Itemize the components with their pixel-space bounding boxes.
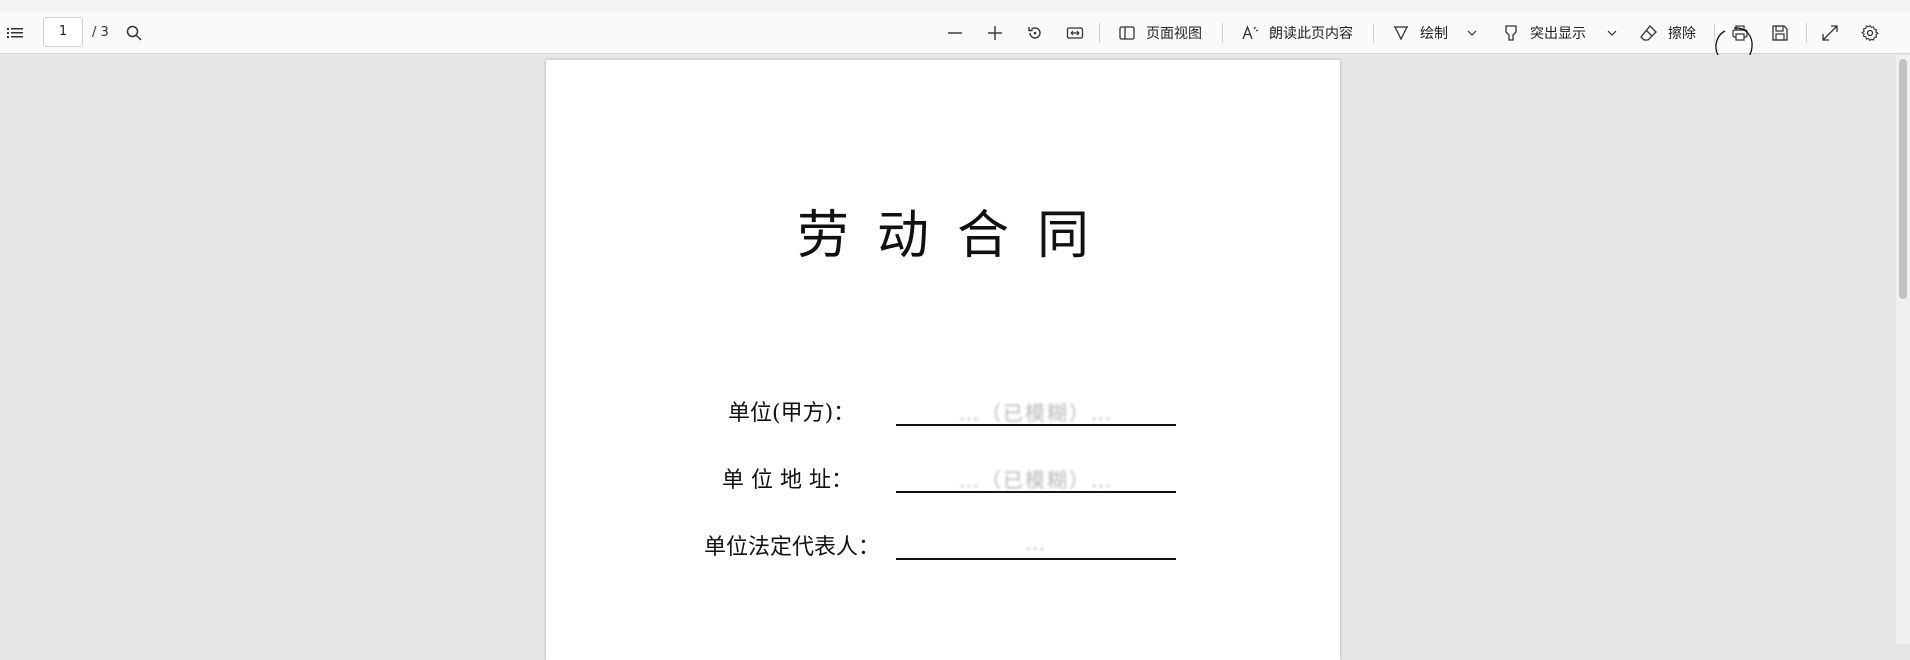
toolbar-separator	[1222, 23, 1223, 43]
expand-icon	[1821, 24, 1839, 42]
erase-button[interactable]: 擦除	[1640, 20, 1696, 46]
field-label: 单位法定代表人：	[704, 535, 881, 560]
highlight-label: 突出显示	[1530, 26, 1586, 42]
fit-width-icon	[1066, 24, 1084, 42]
page-view-label: 页面视图	[1146, 26, 1202, 42]
vertical-scrollbar[interactable]	[1896, 55, 1910, 644]
document-title: 劳动合同	[796, 206, 1117, 266]
eraser-icon	[1640, 24, 1658, 42]
page-total: / 3	[92, 25, 109, 40]
highlight-button[interactable]: 突出显示	[1502, 20, 1586, 46]
toolbar-separator	[1806, 23, 1807, 43]
document-page: 劳动合同 单位(甲方)： …（已模糊）… 单 位 地 址： …（已模糊）… 单位…	[546, 60, 1340, 660]
highlight-options-dropdown[interactable]	[1606, 20, 1618, 46]
highlight-icon	[1502, 24, 1520, 42]
plus-icon	[986, 24, 1004, 42]
scrollbar-thumb[interactable]	[1899, 59, 1907, 299]
chevron-down-icon	[1466, 27, 1478, 39]
page-view-icon	[1118, 24, 1136, 42]
zoom-out-button[interactable]	[946, 20, 964, 46]
underline	[896, 424, 1176, 426]
field-value: …（已模糊）…	[959, 401, 1113, 425]
field-value: …（已模糊）…	[959, 468, 1113, 492]
gear-icon	[1861, 24, 1879, 42]
page-view-button[interactable]: 页面视图	[1118, 20, 1202, 46]
field-row-employer: 单位(甲方)： …（已模糊）…	[546, 395, 1340, 435]
underline	[896, 558, 1176, 560]
fullscreen-button[interactable]	[1821, 20, 1839, 46]
search-button[interactable]	[125, 20, 143, 46]
save-button[interactable]	[1771, 20, 1789, 46]
field-label: 单位(甲方)：	[728, 401, 856, 426]
fit-width-button[interactable]	[1066, 20, 1084, 46]
field-row-legal-rep: 单位法定代表人： …	[546, 529, 1340, 569]
toolbar-separator	[1373, 23, 1374, 43]
field-label: 单 位 地 址：	[722, 468, 853, 493]
pdf-toolbar: 1 / 3 页面视图 朗读此页内容 绘制 突出显示 擦除	[0, 12, 1910, 65]
rotate-icon	[1026, 24, 1044, 42]
field-value: …	[1025, 531, 1047, 555]
zoom-in-button[interactable]	[986, 20, 1004, 46]
draw-icon	[1392, 24, 1410, 42]
draw-options-dropdown[interactable]	[1466, 20, 1478, 46]
minus-icon	[946, 24, 964, 42]
read-aloud-icon	[1241, 24, 1259, 42]
field-row-address: 单 位 地 址： …（已模糊）…	[546, 462, 1340, 502]
draw-button[interactable]: 绘制	[1392, 20, 1448, 46]
list-icon	[6, 24, 24, 42]
search-icon	[125, 24, 143, 42]
rotate-button[interactable]	[1026, 20, 1044, 46]
underline	[896, 491, 1176, 493]
read-aloud-button[interactable]: 朗读此页内容	[1241, 20, 1353, 46]
settings-button[interactable]	[1861, 20, 1879, 46]
erase-label: 擦除	[1668, 26, 1696, 42]
read-aloud-label: 朗读此页内容	[1269, 26, 1353, 42]
save-icon	[1771, 24, 1789, 42]
page-number-input[interactable]: 1	[43, 17, 83, 47]
contents-button[interactable]	[6, 20, 24, 46]
toolbar-separator	[1099, 23, 1100, 43]
chevron-down-icon	[1606, 27, 1618, 39]
draw-label: 绘制	[1420, 26, 1448, 42]
document-viewer[interactable]: 劳动合同 单位(甲方)： …（已模糊）… 单 位 地 址： …（已模糊）… 单位…	[0, 55, 1910, 660]
